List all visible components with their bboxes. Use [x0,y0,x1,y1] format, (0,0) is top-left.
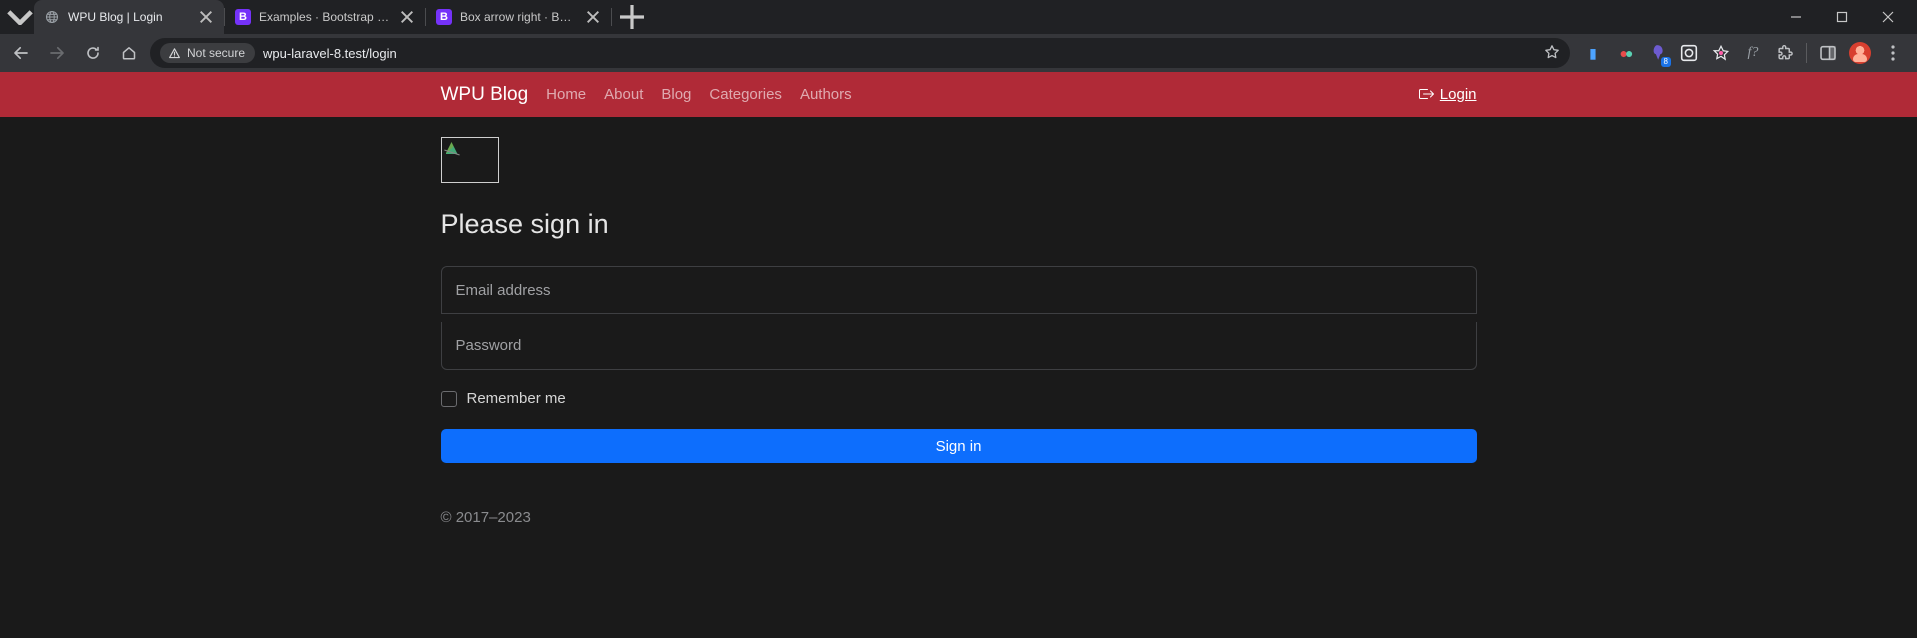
new-tab-button[interactable] [618,3,646,31]
remember-me-label: Remember me [467,390,566,407]
site-navbar: WPU Blog Home About Blog Categories Auth… [0,72,1917,117]
not-secure-label: Not secure [187,46,245,60]
login-form-container: Please sign in Remember me Sign in © 201… [429,117,1489,526]
nav-link-about[interactable]: About [604,86,643,103]
close-icon[interactable] [399,9,415,25]
sign-in-button[interactable]: Sign in [441,429,1477,463]
window-close-button[interactable] [1865,0,1911,34]
email-input[interactable] [441,266,1477,314]
tab-title: Examples · Bootstrap v5.3 [259,10,391,24]
toolbar-separator [1806,43,1807,63]
forward-button[interactable] [42,38,72,68]
bootstrap-icon: B [436,9,452,25]
nav-link-blog[interactable]: Blog [661,86,691,103]
close-icon[interactable] [585,9,601,25]
form-heading: Please sign in [441,209,1477,240]
page-viewport: WPU Blog Home About Blog Categories Auth… [0,72,1917,638]
extension-icon[interactable] [1678,42,1700,64]
home-button[interactable] [114,38,144,68]
not-secure-chip[interactable]: Not secure [160,43,255,63]
brand[interactable]: WPU Blog [441,84,529,106]
extension-icon[interactable]: 8 [1646,42,1668,64]
extension-icon[interactable]: f? [1742,42,1764,64]
tab-title: Box arrow right · Bootstrap Icons [460,10,577,24]
nav-link-categories[interactable]: Categories [709,86,782,103]
back-button[interactable] [6,38,36,68]
nav-login-label: Login [1440,86,1477,103]
extension-icon[interactable]: ▮ [1582,42,1604,64]
broken-image-placeholder [441,137,499,183]
extension-icons: ▮ ●● 8 f? [1576,42,1911,64]
browser-chrome: WPU Blog | Login B Examples · Bootstrap … [0,0,1917,72]
tab-separator [611,8,612,26]
bootstrap-icon: B [235,9,251,25]
browser-toolbar: Not secure wpu-laravel-8.test/login ▮ ●●… [0,34,1917,72]
password-input[interactable] [441,322,1477,370]
chrome-menu-button[interactable] [1881,45,1905,61]
browser-tab[interactable]: B Box arrow right · Bootstrap Icons [426,0,611,34]
url-text: wpu-laravel-8.test/login [263,46,397,61]
globe-icon [44,9,60,25]
browser-tab-active[interactable]: WPU Blog | Login [34,0,224,34]
window-maximize-button[interactable] [1819,0,1865,34]
close-icon[interactable] [198,9,214,25]
tabs-dropdown-button[interactable] [6,3,34,31]
extension-icon[interactable] [1710,42,1732,64]
extensions-button[interactable] [1774,42,1796,64]
side-panel-button[interactable] [1817,42,1839,64]
remember-me-row: Remember me [441,390,1477,407]
window-minimize-button[interactable] [1773,0,1819,34]
nav-link-home[interactable]: Home [546,86,586,103]
address-bar[interactable]: Not secure wpu-laravel-8.test/login [150,38,1570,68]
copyright-text: © 2017–2023 [441,509,1477,526]
nav-login-link[interactable]: Login [1418,86,1477,104]
tab-title: WPU Blog | Login [68,10,190,24]
tab-strip: WPU Blog | Login B Examples · Bootstrap … [0,0,1917,34]
window-controls [1773,0,1911,34]
nav-link-authors[interactable]: Authors [800,86,852,103]
bookmark-star-icon[interactable] [1544,44,1560,63]
browser-tab[interactable]: B Examples · Bootstrap v5.3 [225,0,425,34]
reload-button[interactable] [78,38,108,68]
box-arrow-right-icon [1418,86,1434,104]
remember-me-checkbox[interactable] [441,391,457,407]
profile-avatar[interactable] [1849,42,1871,64]
extension-icon[interactable]: ●● [1614,42,1636,64]
